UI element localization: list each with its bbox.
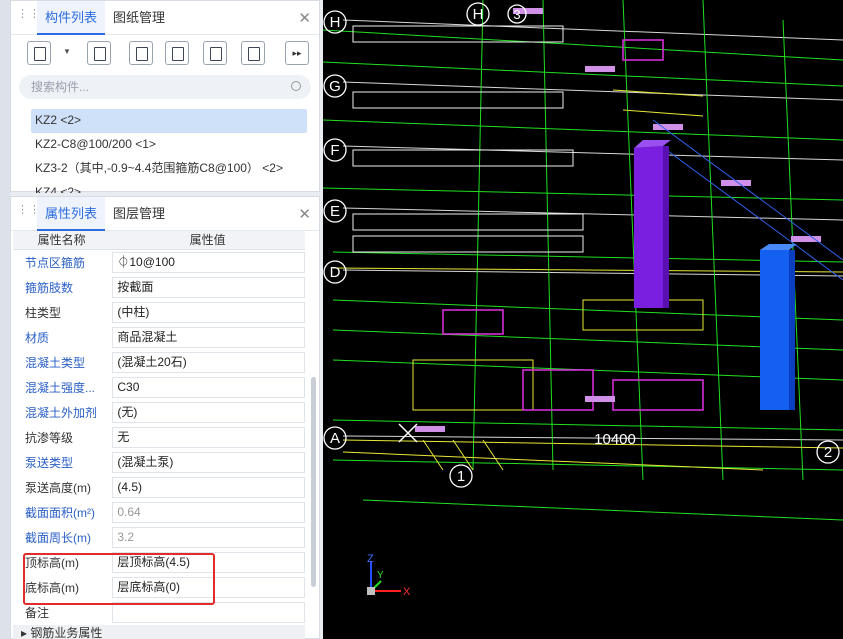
chevron-down-icon[interactable]: ▼ — [63, 47, 71, 56]
property-row: 箍筋肢数 按截面 — [13, 275, 305, 300]
property-name[interactable]: 混凝土外加剂 — [13, 404, 112, 421]
component-list-panel: ⋮⋮ 构件列表 图纸管理 ✕ ▼ ▸▸ KZ2 <2> KZ2-C8@100/2… — [10, 0, 320, 193]
axis-z-label: Z — [367, 553, 374, 565]
property-value[interactable]: C30 — [112, 377, 305, 398]
drag-handle-icon[interactable]: ⋮⋮ — [17, 9, 40, 25]
axis-label-F: F — [330, 142, 339, 159]
header-name: 属性名称 — [37, 233, 86, 247]
property-name[interactable]: 截面面积(m²) — [13, 504, 112, 521]
property-name: 抗渗等级 — [25, 431, 74, 445]
axis-triad: Z Y X — [367, 553, 411, 598]
axis-label-1: 1 — [457, 468, 465, 485]
property-tabbar: ⋮⋮ 属性列表 图层管理 ✕ — [11, 197, 319, 231]
property-value: 0.64 — [112, 502, 305, 523]
property-row: 截面周长(m) 3.2 — [13, 525, 305, 550]
property-row: 抗渗等级 无 — [13, 425, 305, 450]
property-value[interactable]: 商品混凝土 — [112, 327, 305, 348]
left-panel: ⋮⋮ 构件列表 图纸管理 ✕ ▼ ▸▸ KZ2 <2> KZ2-C8@100/2… — [0, 0, 323, 639]
export-icon[interactable] — [241, 41, 265, 65]
tab-component-list[interactable]: 构件列表 — [37, 1, 106, 35]
property-name[interactable]: 节点区箍筋 — [13, 254, 112, 271]
property-name[interactable]: 混凝土强度... — [13, 379, 112, 396]
list-item[interactable]: KZ4 <2> — [31, 181, 307, 193]
property-value[interactable]: 按截面 — [112, 277, 305, 298]
copy-to-floor-icon[interactable] — [165, 41, 189, 65]
property-panel: ⋮⋮ 属性列表 图层管理 ✕ 属性名称 属性值 节点区箍筋 ⏀10@100 箍筋肢数… — [10, 196, 320, 639]
search-icon[interactable] — [291, 81, 301, 91]
property-row: 混凝土强度... C30 — [13, 375, 305, 400]
property-name[interactable]: 箍筋肢数 — [13, 279, 112, 296]
more-icon[interactable]: ▸▸ — [285, 41, 309, 65]
cad-drawing: H G F E D A H 3 1 2 10400 Z Y X — [322, 0, 843, 598]
axis-label-3: 3 — [513, 7, 520, 22]
property-value[interactable]: (无) — [112, 402, 305, 423]
cad-viewport[interactable]: H G F E D A H 3 1 2 10400 Z Y X — [322, 0, 843, 639]
list-item[interactable]: KZ2-C8@100/200 <1> — [31, 133, 307, 157]
axis-label-E: E — [330, 203, 340, 220]
close-icon[interactable]: ✕ — [298, 205, 311, 223]
property-name: 备注 — [25, 606, 50, 620]
property-name: 柱类型 — [25, 306, 62, 320]
property-name[interactable]: 截面周长(m) — [13, 529, 112, 546]
column-purple[interactable] — [634, 146, 663, 308]
property-row: 截面面积(m²) 0.64 — [13, 500, 305, 525]
axis-label-H-top: H — [473, 6, 484, 23]
component-list: KZ2 <2> KZ2-C8@100/200 <1> KZ3-2（其中,-0.9… — [31, 109, 307, 193]
property-value[interactable]: (混凝土泵) — [112, 452, 305, 473]
header-value: 属性值 — [189, 233, 226, 247]
component-tabbar: ⋮⋮ 构件列表 图纸管理 ✕ — [11, 1, 319, 35]
search-bar — [19, 75, 311, 99]
list-item[interactable]: KZ3-2（其中,-0.9~4.4范围箍筋C8@100） <2> — [31, 157, 307, 181]
property-row: 材质 商品混凝土 — [13, 325, 305, 350]
property-row: 混凝土外加剂 (无) — [13, 400, 305, 425]
tab-layer-management[interactable]: 图层管理 — [113, 197, 165, 231]
property-value[interactable]: (4.5) — [112, 477, 305, 498]
dimension-label: 10400 — [594, 431, 636, 448]
axis-label-H: H — [330, 14, 341, 31]
property-value[interactable] — [112, 602, 305, 623]
property-value[interactable]: ⏀10@100 — [112, 252, 305, 273]
property-value[interactable]: (中柱) — [112, 302, 305, 323]
property-row: 柱类型 (中柱) — [13, 300, 305, 325]
property-row: 混凝土类型 (混凝土20石) — [13, 350, 305, 375]
drag-handle-icon[interactable]: ⋮⋮ — [17, 205, 40, 221]
highlight-box — [23, 553, 215, 605]
axis-y-label: Y — [377, 570, 384, 581]
property-row: 节点区箍筋 ⏀10@100 — [13, 250, 305, 275]
save-icon[interactable] — [203, 41, 227, 65]
property-name: 泵送高度(m) — [25, 481, 91, 495]
close-icon[interactable]: ✕ — [298, 9, 311, 27]
property-row: 泵送高度(m) (4.5) — [13, 475, 305, 500]
tab-property-list[interactable]: 属性列表 — [37, 197, 106, 231]
new-component-icon[interactable] — [27, 41, 51, 65]
property-value[interactable]: (混凝土20石) — [112, 352, 305, 373]
axis-label-G: G — [329, 78, 341, 95]
delete-icon[interactable] — [129, 41, 153, 65]
axis-label-2: 2 — [824, 444, 832, 461]
property-value: 3.2 — [112, 527, 305, 548]
panel-edge — [0, 0, 10, 639]
copy-icon[interactable] — [87, 41, 111, 65]
property-name[interactable]: 泵送类型 — [13, 454, 112, 471]
column-blue[interactable] — [760, 250, 789, 410]
property-name[interactable]: 混凝土类型 — [13, 354, 112, 371]
component-toolbar: ▼ ▸▸ — [19, 41, 311, 67]
property-value[interactable]: 无 — [112, 427, 305, 448]
axis-label-A: A — [330, 430, 340, 447]
axis-x-label: X — [403, 586, 411, 598]
property-name[interactable]: 材质 — [13, 329, 112, 346]
tab-drawing-management[interactable]: 图纸管理 — [113, 1, 165, 35]
search-input[interactable] — [19, 75, 259, 99]
property-row: 泵送类型 (混凝土泵) — [13, 450, 305, 475]
group-row-rebar[interactable]: ▸ 钢筋业务属性 — [13, 625, 305, 639]
grid-header: 属性名称 属性值 — [13, 231, 305, 250]
axis-label-D: D — [330, 264, 341, 281]
scrollbar[interactable] — [311, 377, 316, 587]
list-item[interactable]: KZ2 <2> — [31, 109, 307, 133]
